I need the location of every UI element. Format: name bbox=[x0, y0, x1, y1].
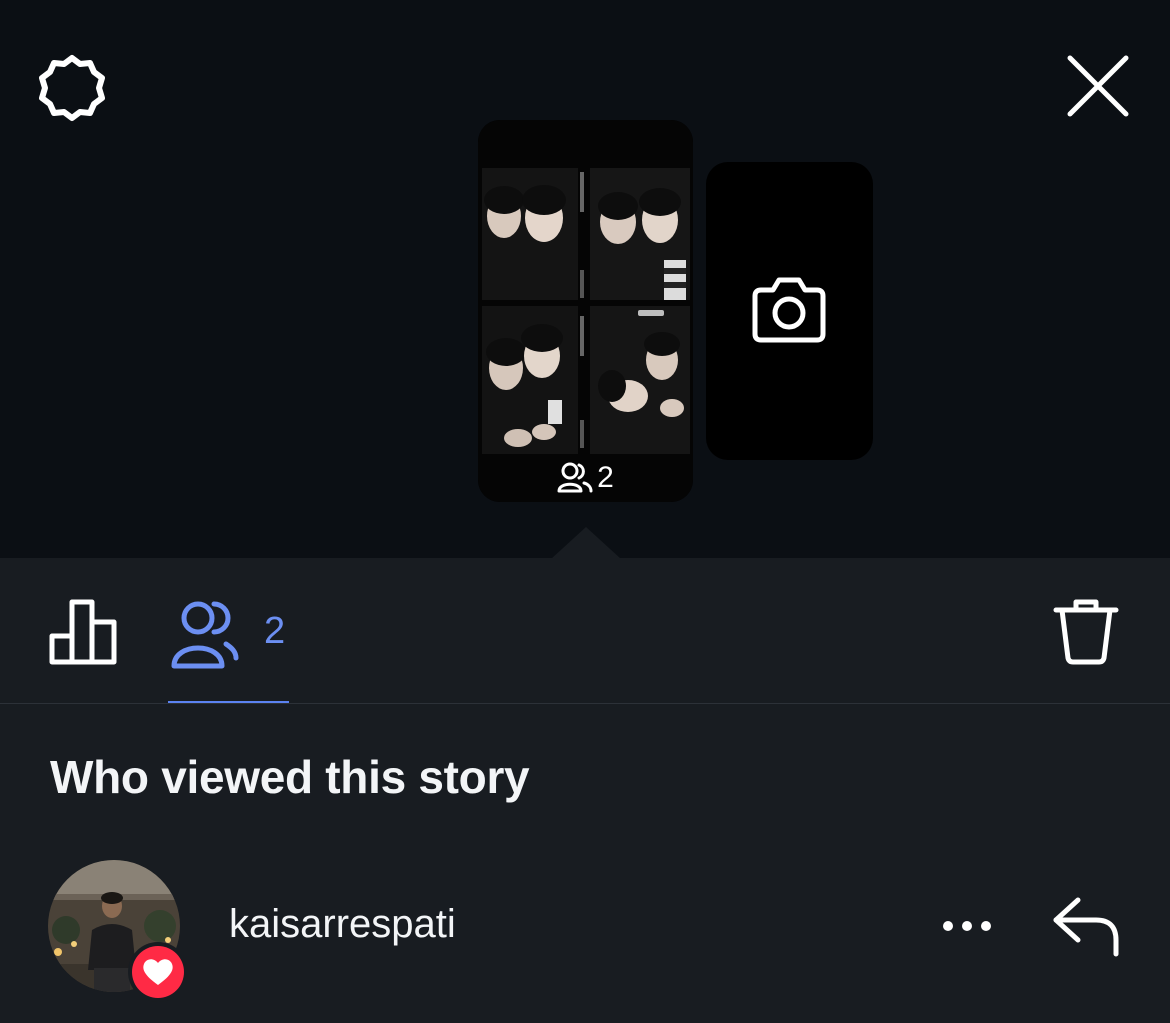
heart-icon bbox=[143, 959, 173, 985]
active-tab-indicator bbox=[168, 701, 289, 703]
add-story-button[interactable] bbox=[706, 162, 873, 460]
more-icon bbox=[943, 921, 991, 931]
tab-insights[interactable] bbox=[44, 596, 124, 676]
insights-tab-bar: 2 bbox=[0, 558, 1170, 704]
viewer-row[interactable]: kaisarrespati bbox=[0, 858, 1170, 1002]
people-icon bbox=[557, 462, 593, 493]
close-icon bbox=[1067, 55, 1129, 117]
reply-icon bbox=[1053, 897, 1119, 957]
story-thumbnail[interactable]: 2 bbox=[478, 120, 693, 502]
selected-story-pointer bbox=[551, 527, 621, 559]
delete-story-button[interactable] bbox=[1052, 596, 1120, 668]
viewers-tab-count: 2 bbox=[264, 610, 286, 652]
more-options-button[interactable] bbox=[938, 906, 996, 946]
story-insights-sheet: 2 Who viewed this story kaisarrespati bbox=[0, 558, 1170, 1023]
settings-gear-icon bbox=[39, 55, 105, 121]
close-button[interactable] bbox=[1064, 52, 1132, 120]
story-viewer-count[interactable]: 2 bbox=[478, 458, 693, 498]
trash-icon bbox=[1053, 599, 1119, 665]
story-preview-area: 2 bbox=[0, 0, 1170, 559]
story-viewer-count-label: 2 bbox=[597, 461, 614, 494]
section-title: Who viewed this story bbox=[50, 751, 530, 803]
like-badge bbox=[128, 942, 188, 1002]
reply-button[interactable] bbox=[1050, 890, 1122, 962]
bar-chart-icon bbox=[49, 599, 117, 665]
camera-icon bbox=[752, 277, 826, 343]
tab-viewers[interactable]: 2 bbox=[168, 588, 289, 703]
story-photo bbox=[478, 120, 693, 502]
viewer-username[interactable]: kaisarrespati bbox=[229, 902, 456, 947]
people-icon bbox=[171, 601, 239, 669]
settings-button[interactable] bbox=[36, 52, 108, 124]
like-badge-inner bbox=[132, 946, 184, 998]
